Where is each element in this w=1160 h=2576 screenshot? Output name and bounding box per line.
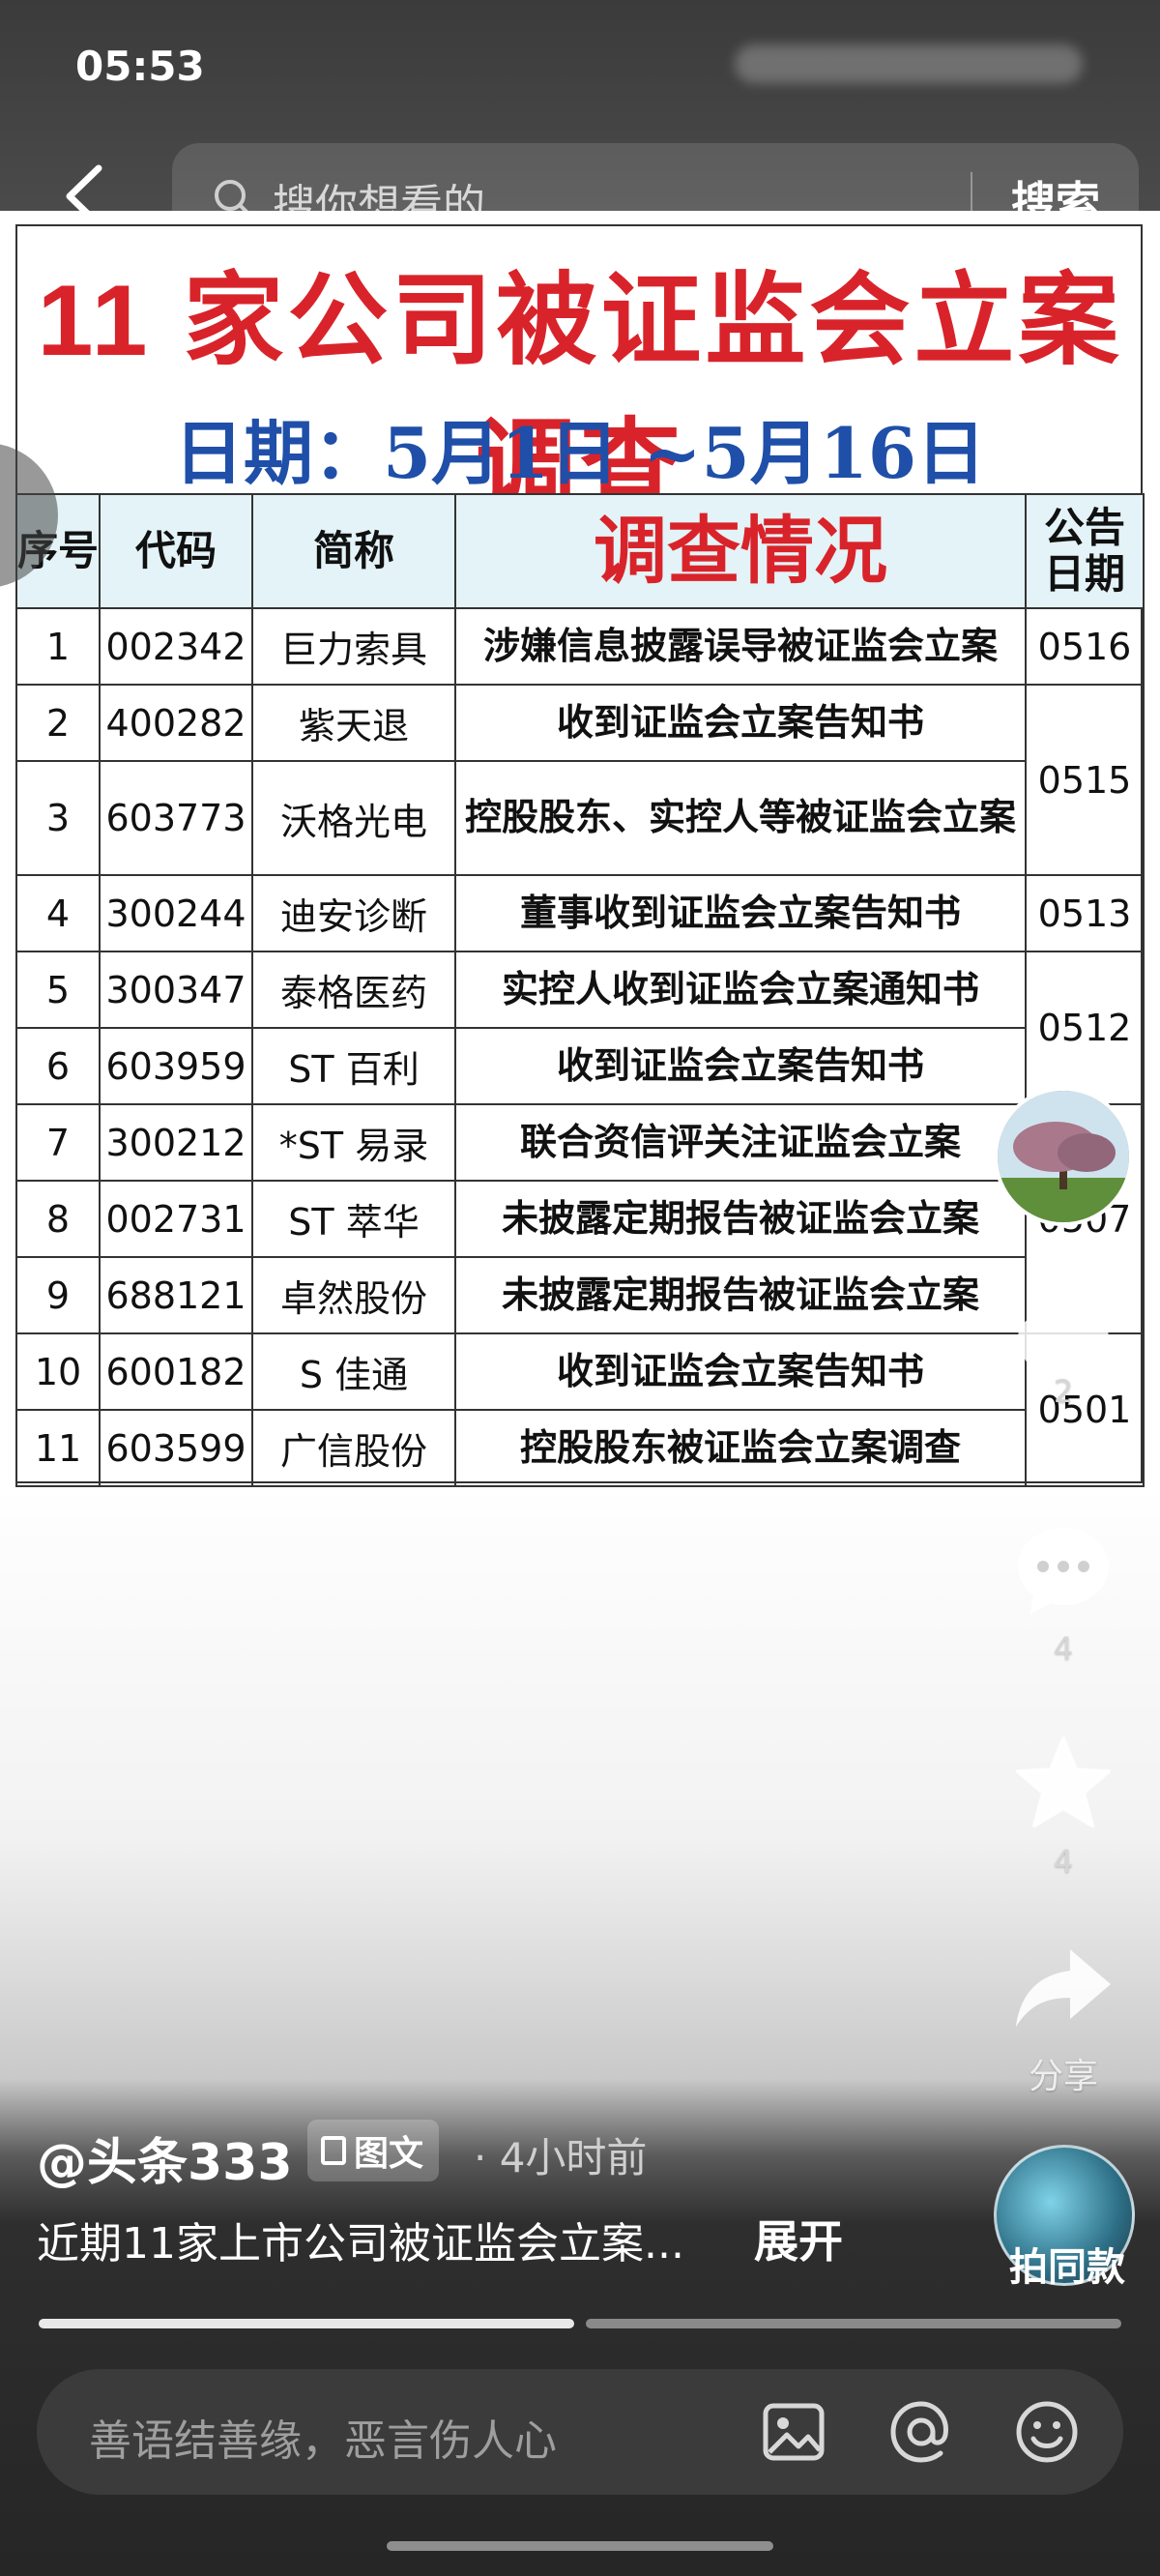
image-progress-segment-2: [586, 2319, 1121, 2328]
cell-name: 迪安诊断: [251, 874, 456, 952]
table-row: 8 002731 ST 萃华 未披露定期报告被证监会立案: [15, 1180, 1144, 1258]
cell-no: 11: [15, 1409, 101, 1487]
header-name: 简称: [251, 493, 456, 609]
cell-code: 603599: [99, 1409, 253, 1487]
cell-name: *ST 易录: [251, 1103, 456, 1182]
image-icon[interactable]: [760, 2398, 827, 2466]
comment-icon: [1018, 1528, 1109, 1615]
emoji-icon[interactable]: [1013, 2398, 1081, 2466]
cell-no: 8: [15, 1180, 101, 1258]
document-icon: [321, 2136, 346, 2165]
status-time: 05:53: [75, 43, 205, 90]
table-row: 10 600182 S 佳通 收到证监会立案告知书 0501: [15, 1332, 1145, 1487]
cell-desc: 控股股东被证监会立案调查: [454, 1409, 1027, 1487]
cell-date: 0512: [1025, 951, 1145, 1105]
cell-no: 9: [15, 1256, 101, 1334]
cell-desc: 控股股东、实控人等被证监会立案: [454, 760, 1027, 876]
cell-code: 600182: [99, 1332, 253, 1411]
cell-no: 5: [15, 951, 101, 1029]
cell-code: 300212: [99, 1103, 253, 1182]
cell-no: 4: [15, 874, 101, 952]
home-indicator: [387, 2541, 773, 2551]
cell-no: 10: [15, 1332, 101, 1411]
cell-code: 688121: [99, 1256, 253, 1334]
author-name[interactable]: @头条333: [37, 2122, 293, 2194]
table-row: 4 300244 迪安诊断 董事收到证监会立案告知书 0513: [15, 874, 1145, 952]
cell-name: 卓然股份: [251, 1256, 456, 1334]
cell-date: 0516: [1025, 607, 1145, 686]
post-caption[interactable]: 近期11家上市公司被证监会立案...: [37, 2209, 684, 2270]
header-code: 代码: [99, 493, 253, 609]
post-type-label: 图文: [354, 2134, 424, 2174]
header-date: 公告日期: [1025, 493, 1145, 609]
comment-count: 4: [1053, 1630, 1074, 1667]
post-type-badge: 图文: [307, 2120, 440, 2181]
cell-no: 1: [15, 607, 101, 686]
cell-no: 3: [15, 760, 101, 876]
cell-desc: 董事收到证监会立案告知书: [454, 874, 1027, 952]
cases-table: 序号 代码 简称 调查情况 公告日期 1 002342 巨力索具 涉嫌信息披露误…: [15, 493, 1145, 1487]
expand-link[interactable]: 展开: [754, 2207, 843, 2270]
cell-desc: 未披露定期报告被证监会立案: [454, 1180, 1027, 1258]
cell-name: S 佳通: [251, 1332, 456, 1411]
share-arrow-icon: [1016, 1949, 1111, 2027]
at-mention-icon[interactable]: [887, 2398, 955, 2466]
share-label: 分享: [1028, 2057, 1098, 2096]
cell-desc: 实控人收到证监会立案通知书: [454, 951, 1027, 1029]
cell-no: 6: [15, 1027, 101, 1105]
table-row: 2 400282 紫天退 收到证监会立案告知书 0515: [15, 684, 1145, 876]
cell-name: 紫天退: [251, 684, 456, 762]
cell-name: 泰格医药: [251, 951, 456, 1029]
post-time: · 4小时前: [474, 2134, 648, 2181]
cell-no: 2: [15, 684, 101, 762]
star-icon: [1016, 1737, 1111, 1828]
cell-name: 广信股份: [251, 1409, 456, 1487]
table-row: 9 688121 卓然股份 未披露定期报告被证监会立案: [15, 1256, 1144, 1334]
cell-no: 7: [15, 1103, 101, 1182]
like-button[interactable]: 2: [1005, 1303, 1121, 1410]
table-row: 11 603599 广信股份 控股股东被证监会立案调查: [15, 1409, 1144, 1487]
cell-desc: 收到证监会立案告知书: [454, 1027, 1027, 1105]
cell-name: ST 百利: [251, 1027, 456, 1105]
cell-code: 002342: [99, 607, 253, 686]
cell-desc: 收到证监会立案告知书: [454, 684, 1027, 762]
cell-date: 0513: [1025, 874, 1145, 952]
image-progress-segment-1: [39, 2319, 574, 2328]
status-icons-blurred: [735, 44, 1083, 83]
cell-code: 400282: [99, 684, 253, 762]
cell-code: 300347: [99, 951, 253, 1029]
table-row: 5 300347 泰格医药 实控人收到证监会立案通知书 0512: [15, 951, 1145, 1105]
comment-button[interactable]: 4: [1005, 1518, 1121, 1667]
cell-code: 002731: [99, 1180, 253, 1258]
like-count: 2: [1053, 1373, 1074, 1410]
table-row: 6 603959 ST 百利 收到证监会立案告知书: [15, 1027, 1144, 1105]
cell-desc: 联合资信评关注证监会立案: [454, 1103, 1027, 1182]
cell-desc: 收到证监会立案告知书: [454, 1332, 1027, 1411]
same-style-label[interactable]: 拍同款: [990, 2236, 1145, 2292]
table-row: 7 300212 *ST 易录 联合资信评关注证监会立案 0507: [15, 1103, 1145, 1334]
favorite-button[interactable]: 4: [1005, 1731, 1121, 1880]
document-date-range: 日期：5月1日 ~5月16日: [174, 412, 986, 494]
favorite-count: 4: [1053, 1843, 1074, 1880]
comment-bar[interactable]: 善语结善缘，恶言伤人心: [37, 2369, 1123, 2495]
cell-code: 603959: [99, 1027, 253, 1105]
cell-name: ST 萃华: [251, 1180, 456, 1258]
cell-name: 沃格光电: [251, 760, 456, 876]
table-header-row: 序号 代码 简称 调查情况 公告日期: [15, 493, 1145, 609]
author-avatar[interactable]: [994, 1087, 1133, 1226]
cell-date: 0515: [1025, 684, 1145, 876]
cell-desc: 未披露定期报告被证监会立案: [454, 1256, 1027, 1334]
header-desc: 调查情况: [454, 493, 1027, 609]
table-row: 1 002342 巨力索具 涉嫌信息披露误导被证监会立案 0516: [15, 607, 1145, 686]
share-button[interactable]: 分享: [1005, 1936, 1121, 2098]
table-row: 3 603773 沃格光电 控股股东、实控人等被证监会立案: [15, 760, 1144, 876]
comment-input[interactable]: 善语结善缘，恶言伤人心: [89, 2406, 557, 2468]
cell-code: 603773: [99, 760, 253, 876]
cell-name: 巨力索具: [251, 607, 456, 686]
cell-desc: 涉嫌信息披露误导被证监会立案: [454, 607, 1027, 686]
post-image[interactable]: 11 家公司被证监会立案调查 日期：5月1日 ~5月16日 序号 代码 简称 调…: [0, 211, 1160, 1497]
cell-code: 300244: [99, 874, 253, 952]
